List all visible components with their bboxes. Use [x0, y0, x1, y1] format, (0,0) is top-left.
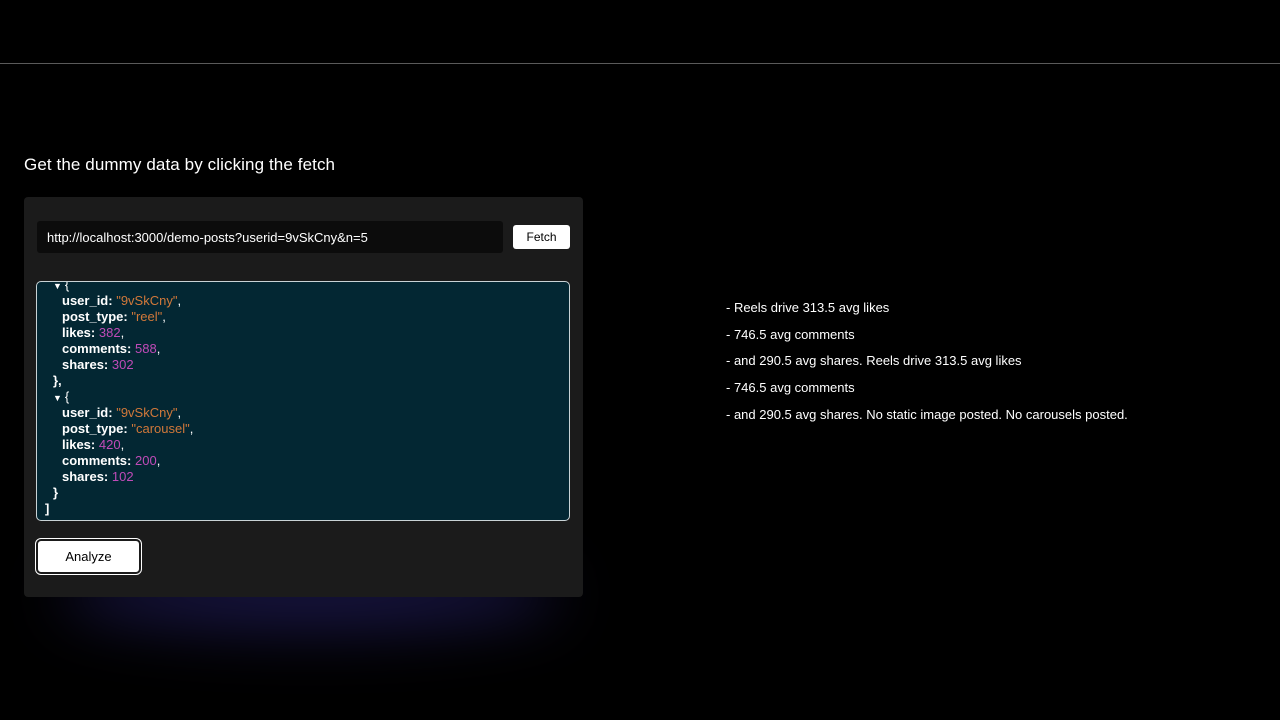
url-input[interactable]: [37, 221, 503, 253]
json-row: post_type: "carousel",: [62, 421, 194, 436]
json-value-number: 382: [98, 325, 121, 340]
result-item: - 746.5 avg comments: [726, 380, 855, 396]
fetch-card: Fetch ▼{ user_id: "9vSkCny", post_type: …: [24, 197, 583, 597]
json-row: shares: 102: [62, 469, 134, 484]
json-value-number: 102: [111, 469, 134, 484]
json-value-string: "reel": [131, 309, 163, 324]
analysis-results: - Reels drive 313.5 avg likes - 746.5 av…: [726, 297, 1128, 430]
result-item: - Reels drive 313.5 avg likes: [726, 300, 890, 315]
header-divider: [0, 63, 1280, 64]
result-item: - and 290.5 avg shares. Reels drive 313.…: [726, 353, 1022, 369]
json-value-number: 200: [134, 453, 157, 468]
json-viewer[interactable]: ▼{ user_id: "9vSkCny", post_type: "reel"…: [36, 281, 570, 521]
json-row: user_id: "9vSkCny",: [62, 293, 182, 308]
json-row: comments: 588,: [62, 341, 161, 356]
result-item: - 746.5 avg comments: [726, 326, 855, 342]
fetch-button[interactable]: Fetch: [513, 225, 570, 249]
json-value-string: "9vSkCny": [116, 405, 178, 420]
json-row: shares: 302: [62, 357, 134, 372]
json-value-number: 302: [111, 357, 134, 372]
json-tree: ▼{ user_id: "9vSkCny", post_type: "reel"…: [37, 282, 569, 517]
json-row: likes: 420,: [62, 437, 125, 452]
json-row: post_type: "reel",: [62, 309, 166, 324]
json-array-close: ]: [45, 501, 50, 516]
json-value-string: "9vSkCny": [116, 293, 178, 308]
collapse-triangle-icon[interactable]: ▼: [53, 282, 62, 291]
json-object-close: },: [53, 373, 62, 388]
json-object-close: }: [53, 485, 59, 500]
json-value-number: 420: [98, 437, 121, 452]
json-object-open[interactable]: ▼{: [37, 389, 569, 405]
json-row: comments: 200,: [62, 453, 161, 468]
json-value-string: "carousel": [131, 421, 190, 436]
result-item: - and 290.5 avg shares. No static image …: [726, 406, 1128, 422]
json-row: user_id: "9vSkCny",: [62, 405, 182, 420]
page-heading: Get the dummy data by clicking the fetch: [24, 155, 336, 174]
app-page: Get the dummy data by clicking the fetch…: [0, 0, 1280, 720]
json-object-open[interactable]: ▼{: [37, 282, 569, 293]
analyze-button[interactable]: Analyze: [35, 538, 142, 575]
json-value-number: 588: [134, 341, 157, 356]
collapse-triangle-icon[interactable]: ▼: [53, 393, 62, 403]
json-row: likes: 382,: [62, 325, 125, 340]
